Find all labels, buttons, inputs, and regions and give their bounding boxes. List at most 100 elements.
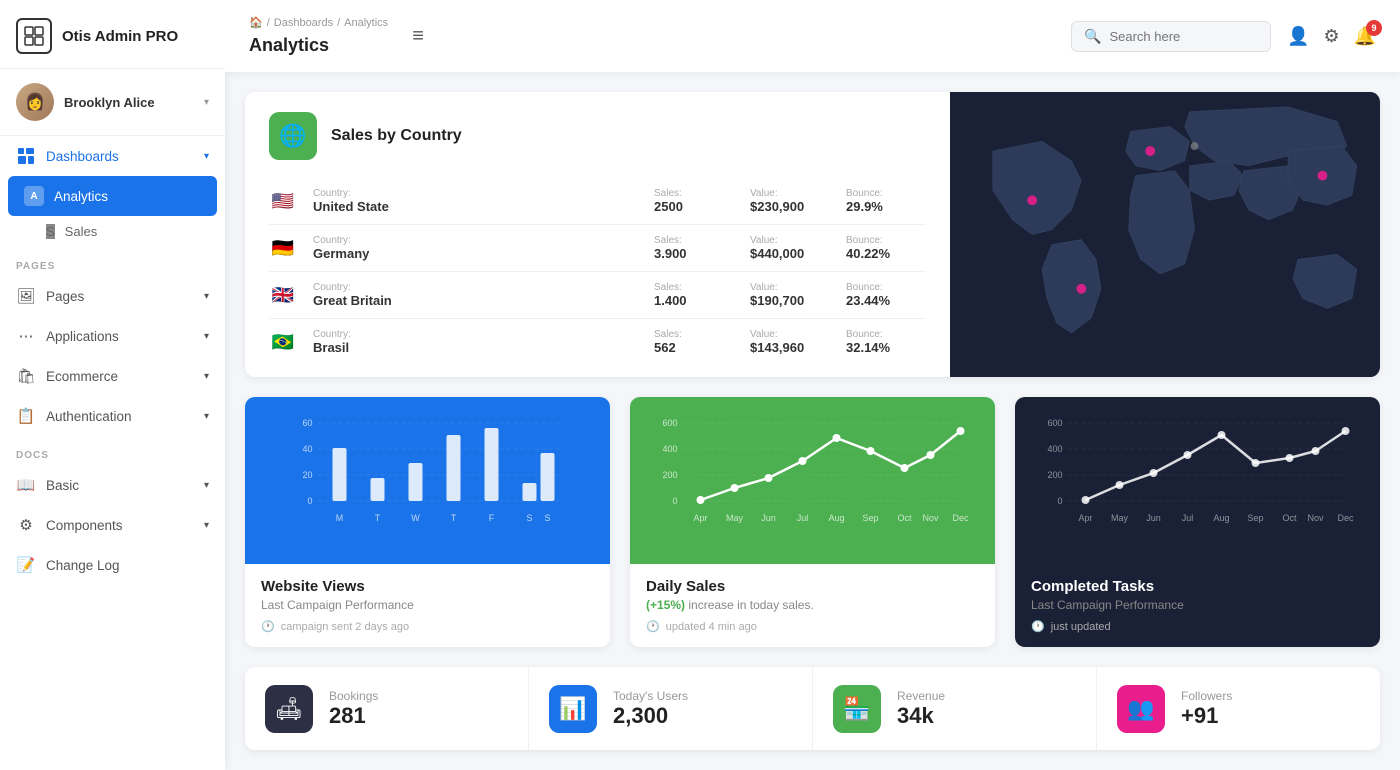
sidebar-item-ecommerce[interactable]: 🛍 Ecommerce ▾	[0, 356, 225, 396]
changelog-icon: 📝	[16, 555, 36, 575]
svg-text:60: 60	[302, 418, 312, 428]
svg-text:F: F	[489, 513, 495, 523]
search-icon: 🔍	[1084, 28, 1101, 45]
stat-followers: 👥 Followers +91	[1097, 667, 1380, 750]
applications-icon: ⋯	[16, 326, 36, 346]
home-icon: 🏠	[249, 16, 263, 29]
search-input[interactable]	[1109, 29, 1258, 44]
ecommerce-label: Ecommerce	[46, 369, 118, 384]
country-table: 🇺🇸 Country: United State Sales: 2500 Val…	[269, 178, 926, 365]
section-label-pages: PAGES	[0, 247, 225, 276]
completed-tasks-meta: 🕐 just updated	[1031, 620, 1364, 633]
sales-country-left: 🌐 Sales by Country 🇺🇸 Country: United St…	[245, 92, 950, 377]
breadcrumb-separator2: /	[337, 17, 340, 29]
stat-users-info: Today's Users 2,300	[613, 689, 688, 729]
revenue-icon: 🏪	[833, 685, 881, 733]
header: 🏠 / Dashboards / Analytics Analytics ≡ 🔍…	[225, 0, 1400, 72]
sidebar-item-changelog[interactable]: 📝 Change Log	[0, 545, 225, 585]
sidebar-item-pages[interactable]: 🖼 Pages ▾	[0, 276, 225, 316]
svg-text:Jun: Jun	[1146, 513, 1161, 523]
logo-icon	[16, 18, 52, 54]
daily-sales-info: Daily Sales (+15%) increase in today sal…	[630, 564, 995, 647]
svg-text:Jul: Jul	[797, 513, 809, 523]
country-name: United State	[313, 199, 638, 214]
components-label: Components	[46, 518, 123, 533]
applications-chevron-icon: ▾	[204, 331, 209, 342]
svg-text:Oct: Oct	[1282, 513, 1297, 523]
svg-text:600: 600	[662, 418, 677, 428]
table-row: 🇬🇧 Country: Great Britain Sales: 1.400 V…	[269, 272, 926, 319]
page-title: Analytics	[249, 35, 329, 56]
country-info-de: Country: Germany	[313, 235, 638, 261]
clock-icon-1: 🕐	[261, 620, 275, 633]
country-sales-de: Sales: 3.900	[654, 235, 734, 261]
settings-button[interactable]: ⚙	[1323, 26, 1339, 47]
svg-text:Jul: Jul	[1182, 513, 1194, 523]
country-sales-us: Sales: 2500	[654, 188, 734, 214]
svg-text:0: 0	[307, 496, 312, 506]
svg-text:Nov: Nov	[922, 513, 939, 523]
breadcrumb-dashboards[interactable]: Dashboards	[274, 17, 333, 29]
breadcrumb-path: 🏠 / Dashboards / Analytics	[249, 16, 388, 29]
stat-users: 📊 Today's Users 2,300	[529, 667, 813, 750]
stat-bookings: 🛋 Bookings 281	[245, 667, 529, 750]
sidebar-item-authentication[interactable]: 📋 Authentication ▾	[0, 396, 225, 436]
bookings-icon: 🛋	[265, 685, 313, 733]
profile-button[interactable]: 👤	[1287, 26, 1309, 47]
table-row: 🇧🇷 Country: Brasil Sales: 562 Value: $14…	[269, 319, 926, 365]
sidebar-item-applications[interactable]: ⋯ Applications ▾	[0, 316, 225, 356]
svg-text:Dec: Dec	[952, 513, 969, 523]
sidebar-item-sales[interactable]: S Sales	[0, 216, 225, 247]
user-section[interactable]: 👩 Brooklyn Alice ▾	[0, 69, 225, 136]
svg-text:Aug: Aug	[828, 513, 844, 523]
users-label: Today's Users	[613, 689, 688, 703]
breadcrumb-current: Analytics	[344, 17, 388, 29]
basic-chevron-icon: ▾	[204, 480, 209, 491]
notifications-button[interactable]: 🔔 9	[1354, 26, 1376, 47]
world-map	[950, 92, 1380, 377]
analytics-badge: A	[24, 186, 44, 206]
svg-text:600: 600	[1047, 418, 1062, 428]
pages-chevron-icon: ▾	[204, 291, 209, 302]
card-header: 🌐 Sales by Country	[269, 112, 926, 160]
svg-text:Sep: Sep	[1247, 513, 1263, 523]
analytics-label: Analytics	[54, 189, 108, 204]
stats-row: 🛋 Bookings 281 📊 Today's Users 2,300 🏪 R…	[245, 667, 1380, 750]
svg-text:200: 200	[662, 470, 677, 480]
changelog-label: Change Log	[46, 558, 120, 573]
breadcrumb-separator1: /	[267, 17, 270, 29]
sidebar-item-dashboards[interactable]: Dashboards ▾	[0, 136, 225, 176]
sidebar-item-analytics[interactable]: A Analytics	[8, 176, 217, 216]
menu-toggle-button[interactable]: ≡	[404, 21, 432, 52]
svg-text:20: 20	[302, 470, 312, 480]
sales-label: Sales	[65, 224, 98, 239]
country-value-gb: Value: $190,700	[750, 282, 830, 308]
svg-text:Apr: Apr	[693, 513, 707, 523]
sidebar-item-components[interactable]: ⚙ Components ▾	[0, 505, 225, 545]
sidebar-item-basic[interactable]: 📖 Basic ▾	[0, 465, 225, 505]
sidebar-logo: Otis Admin PRO	[0, 0, 225, 69]
bar-chart-svg: 60 40 20 0 M T	[261, 413, 594, 543]
flag-de: 🇩🇪	[269, 238, 297, 258]
country-value-br: Value: $143,960	[750, 329, 830, 355]
svg-text:Aug: Aug	[1213, 513, 1229, 523]
country-label: Country:	[313, 188, 638, 199]
svg-text:40: 40	[302, 444, 312, 454]
pages-label: Pages	[46, 289, 84, 304]
stat-bookings-info: Bookings 281	[329, 689, 378, 729]
stat-revenue-info: Revenue 34k	[897, 689, 945, 729]
flag-us: 🇺🇸	[269, 191, 297, 211]
clock-icon-3: 🕐	[1031, 620, 1045, 633]
followers-label: Followers	[1181, 689, 1232, 703]
dashboards-label: Dashboards	[46, 149, 119, 164]
pages-icon: 🖼	[16, 286, 36, 306]
users-value: 2,300	[613, 703, 688, 729]
revenue-value: 34k	[897, 703, 945, 729]
svg-text:S: S	[544, 513, 550, 523]
daily-sales-meta: 🕐 updated 4 min ago	[646, 620, 979, 633]
stat-revenue: 🏪 Revenue 34k	[813, 667, 1097, 750]
charts-row: 60 40 20 0 M T	[245, 397, 1380, 647]
website-views-chart: 60 40 20 0 M T	[245, 397, 610, 564]
ecommerce-chevron-icon: ▾	[204, 371, 209, 382]
authentication-icon: 📋	[16, 406, 36, 426]
